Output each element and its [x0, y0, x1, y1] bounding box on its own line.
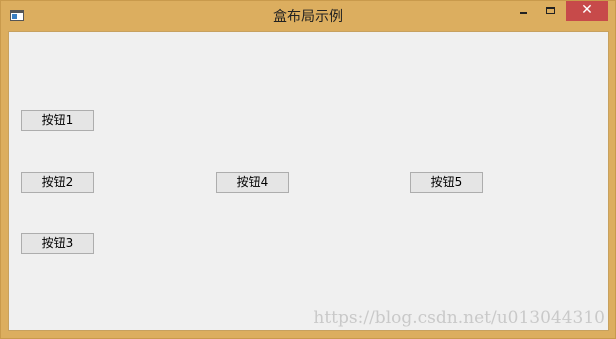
close-button[interactable]: ✕ — [566, 1, 608, 21]
minimize-button[interactable] — [509, 1, 537, 21]
maximize-icon — [546, 7, 555, 14]
button-2[interactable]: 按钮2 — [21, 172, 94, 193]
button-5[interactable]: 按钮5 — [410, 172, 483, 193]
button-3[interactable]: 按钮3 — [21, 233, 94, 254]
watermark-url: https://blog.csdn.net/u013044310 — [313, 308, 605, 328]
minimize-icon — [520, 12, 527, 14]
close-icon: ✕ — [581, 2, 593, 18]
app-window: 盒布局示例 ✕ 按钮1 按钮2 按钮3 按钮4 按钮5 https://blog… — [0, 0, 616, 339]
box-layout-area: 按钮1 按钮2 按钮3 按钮4 按钮5 https://blog.csdn.ne… — [8, 31, 609, 331]
button-4[interactable]: 按钮4 — [216, 172, 289, 193]
maximize-button[interactable] — [537, 1, 564, 21]
title-bar[interactable]: 盒布局示例 ✕ — [1, 1, 615, 31]
button-1[interactable]: 按钮1 — [21, 110, 94, 131]
